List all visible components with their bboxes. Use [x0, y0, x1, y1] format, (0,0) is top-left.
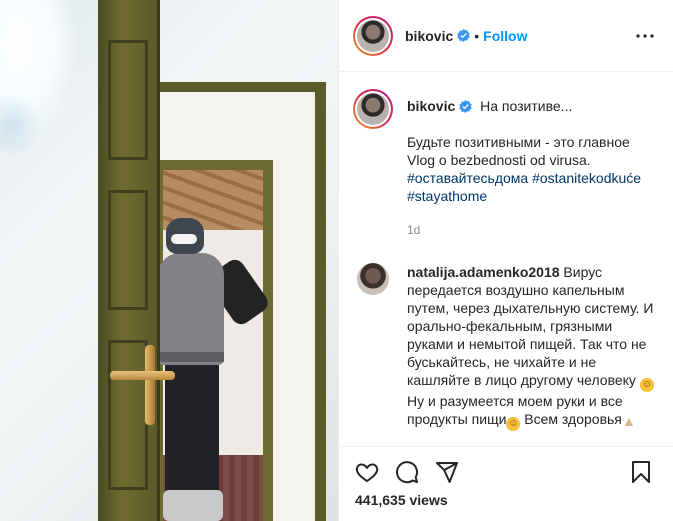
heart-icon [355, 462, 379, 482]
caption-headline: На позитиве... [480, 98, 573, 114]
verified-badge-icon [459, 100, 472, 113]
author-username[interactable]: bikovic [405, 28, 453, 44]
caption-line-2: Vlog o bezbednosti od virusa. [407, 152, 591, 168]
caption-author-avatar[interactable] [353, 89, 393, 129]
bookmark-icon [632, 460, 650, 483]
post-side-panel: bikovic • Follow bikovic На позитиве... … [338, 0, 673, 521]
video-open-door [98, 0, 160, 521]
paper-plane-icon [436, 461, 458, 483]
video-person-stripe [158, 352, 224, 362]
post-header: bikovic • Follow [339, 0, 673, 72]
video-person-legs [165, 362, 219, 497]
views-count[interactable]: 441,635 views [355, 492, 448, 508]
verified-badge-icon [457, 29, 470, 42]
comment-text-3: Всем здоровья [524, 411, 622, 427]
video-light-glare-2 [0, 95, 40, 155]
header-separator: • [474, 27, 480, 44]
video-door-handle [110, 371, 175, 380]
door-panel [108, 40, 148, 160]
post-actions-bar [339, 446, 673, 496]
caption-timestamp[interactable]: 1d [407, 221, 657, 239]
author-avatar[interactable] [353, 15, 393, 56]
hashtag-link[interactable]: #оставайтесьдома [407, 170, 528, 186]
follow-button[interactable]: Follow [483, 28, 527, 44]
caption-text: Будьте позитивными - это главное Vlog o … [407, 133, 657, 205]
caption-body: bikovic На позитиве... Будьте позитивным… [407, 97, 657, 239]
folded-hands-icon: ▲ [621, 413, 636, 429]
door-panel [108, 340, 148, 490]
comments-area[interactable]: bikovic На позитиве... Будьте позитивным… [339, 73, 673, 446]
video-person-shoes [163, 490, 223, 521]
door-panel [108, 190, 148, 310]
comment-icon [396, 460, 419, 483]
comment-entry: natalija.adamenko2018 Вирус передается в… [353, 263, 657, 431]
comment-body: natalija.adamenko2018 Вирус передается в… [407, 263, 657, 431]
video-person-body [158, 253, 224, 365]
grinning-face-icon: ☺ [639, 378, 654, 392]
winking-face-icon: ☺ [506, 417, 521, 431]
caption-entry: bikovic На позитиве... Будьте позитивным… [353, 89, 657, 239]
video-door-lock-plate [145, 345, 155, 425]
comment-text-1: Вирус передается воздушно капельным путе… [407, 264, 654, 388]
more-horizontal-icon [636, 33, 654, 38]
video-person-mask [171, 234, 197, 244]
save-button[interactable] [621, 452, 661, 492]
like-button[interactable] [347, 452, 387, 492]
commenter-avatar[interactable] [357, 263, 389, 295]
share-button[interactable] [427, 452, 467, 492]
comment-button[interactable] [387, 452, 427, 492]
instagram-post: bikovic • Follow bikovic На позитиве... … [0, 0, 673, 521]
more-options-icon[interactable] [633, 24, 657, 48]
commenter-username[interactable]: natalija.adamenko2018 [407, 264, 560, 280]
post-video-frame[interactable] [0, 0, 338, 521]
hashtag-link[interactable]: #ostanitekodkuće [532, 170, 641, 186]
caption-author-avatar-image [357, 93, 389, 125]
caption-username[interactable]: bikovic [407, 98, 455, 114]
caption-line-1: Будьте позитивными - это главное [407, 134, 630, 150]
hashtag-link[interactable]: #stayathome [407, 188, 487, 204]
author-avatar-image [357, 19, 389, 52]
